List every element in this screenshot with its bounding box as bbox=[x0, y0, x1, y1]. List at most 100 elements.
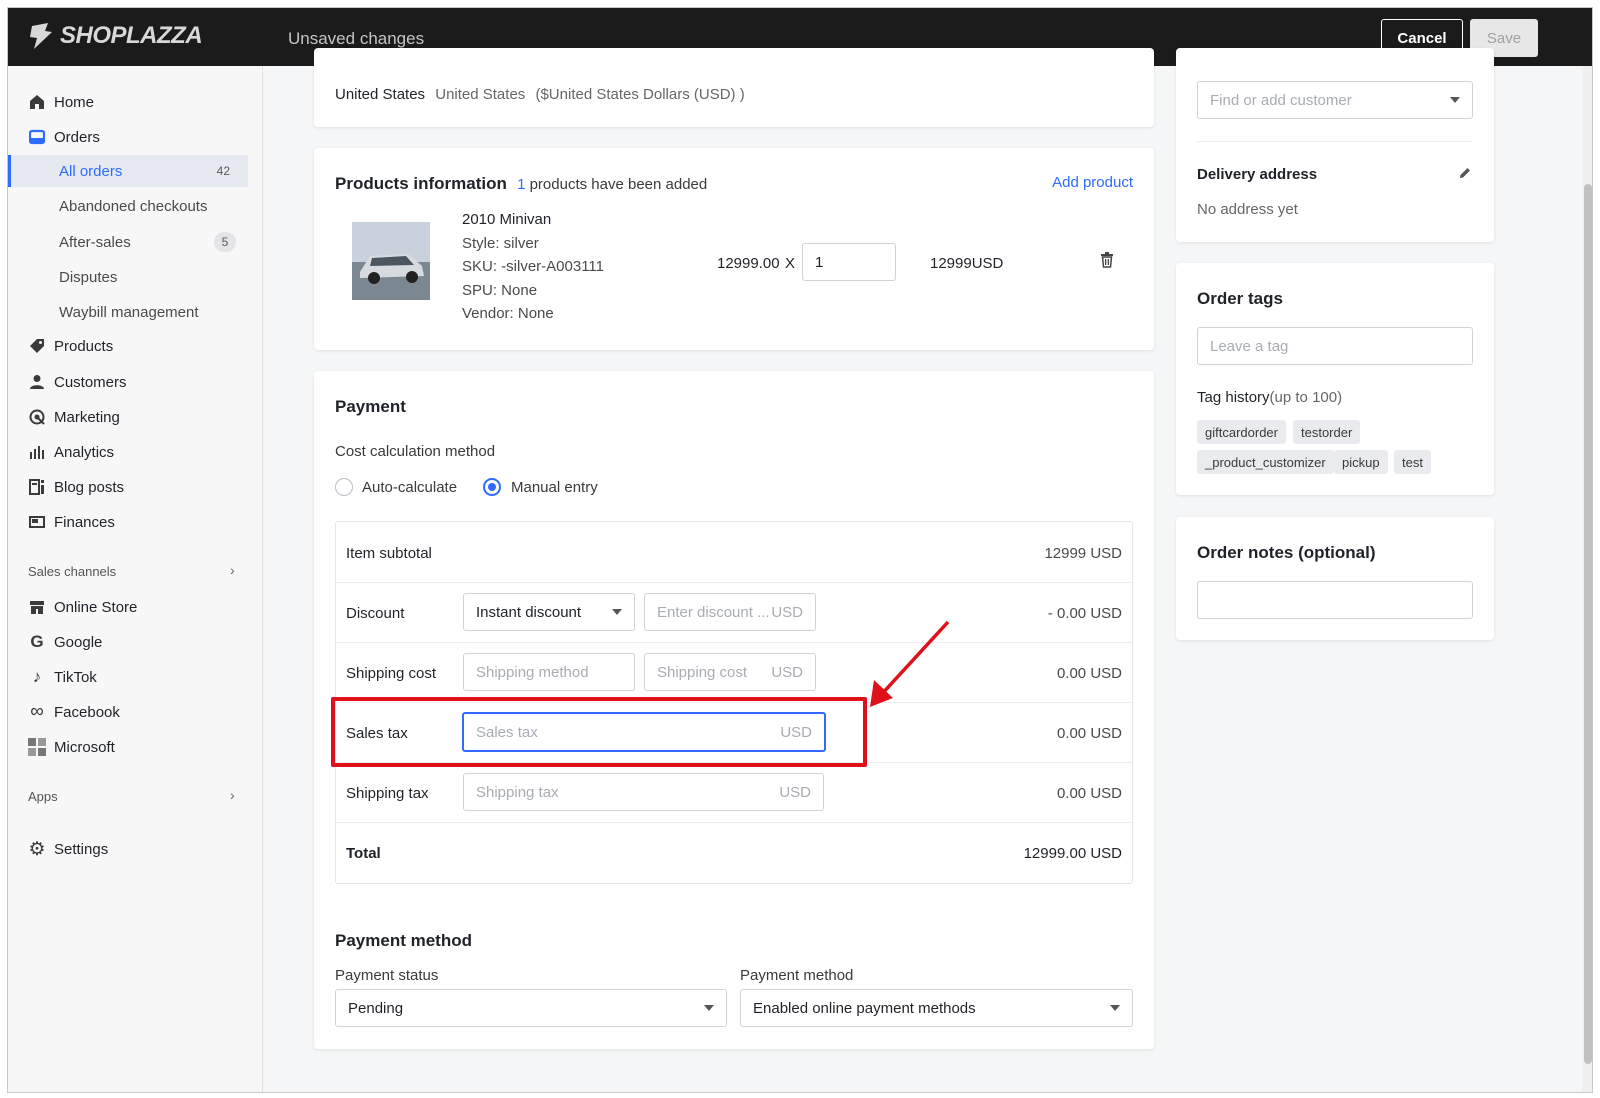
sidebar-item-orders[interactable]: Orders bbox=[8, 121, 248, 153]
sidebar-item-blog-posts[interactable]: Blog posts bbox=[8, 471, 248, 503]
sidebar-item-label: Google bbox=[54, 633, 103, 651]
sidebar-item-label: Blog posts bbox=[54, 478, 125, 496]
microsoft-icon bbox=[28, 738, 46, 756]
tag-placeholder: Leave a tag bbox=[1210, 337, 1289, 355]
person-icon bbox=[28, 373, 46, 391]
sidebar-item-google[interactable]: G Google bbox=[8, 626, 248, 658]
chevron-right-icon[interactable]: › bbox=[230, 787, 235, 803]
radio-on-icon bbox=[483, 478, 501, 496]
caret-down-icon bbox=[1450, 97, 1460, 103]
sidebar-item-marketing[interactable]: Marketing bbox=[8, 401, 248, 433]
products-title: Products information bbox=[335, 174, 507, 193]
gear-icon: ⚙ bbox=[28, 838, 46, 860]
product-sku: SKU: -silver-A003111 bbox=[462, 258, 605, 275]
sidebar-item-after-sales[interactable]: After-sales 5 bbox=[8, 226, 248, 258]
order-tags-title: Order tags bbox=[1197, 289, 1283, 308]
delivery-address-value: No address yet bbox=[1197, 201, 1298, 218]
edit-pencil-icon[interactable] bbox=[1458, 166, 1472, 184]
caret-down-icon bbox=[612, 609, 622, 615]
tag-chip[interactable]: testorder bbox=[1293, 420, 1361, 444]
shipping-tax-input[interactable]: Shipping tax USD bbox=[463, 773, 824, 811]
sidebar: Home Orders All orders 42 Abandoned chec… bbox=[8, 66, 263, 1092]
market-line: United States United States ($United Sta… bbox=[335, 86, 745, 103]
sidebar-item-all-orders[interactable]: All orders 42 bbox=[8, 155, 248, 187]
shipping-cost-label: Shipping cost bbox=[346, 665, 437, 682]
payment-status-select[interactable]: Pending bbox=[335, 989, 727, 1027]
customer-search-select[interactable]: Find or add customer bbox=[1197, 81, 1473, 119]
sidebar-item-settings[interactable]: ⚙ Settings bbox=[8, 833, 248, 865]
discount-label: Discount bbox=[346, 605, 405, 622]
chevron-right-icon[interactable]: › bbox=[230, 562, 235, 578]
payment-status-value: Pending bbox=[348, 999, 404, 1017]
total-amount: 12999.00 USD bbox=[1023, 845, 1122, 862]
count-badge: 42 bbox=[216, 164, 230, 178]
sidebar-item-label: Products bbox=[54, 337, 114, 355]
scrollbar-thumb[interactable] bbox=[1584, 184, 1592, 1064]
tag-chip[interactable]: pickup bbox=[1334, 450, 1388, 474]
tag-input[interactable]: Leave a tag bbox=[1197, 327, 1473, 365]
count-badge: 5 bbox=[214, 232, 236, 252]
meta-icon: ∞ bbox=[30, 701, 44, 722]
sidebar-item-customers[interactable]: Customers bbox=[8, 366, 248, 398]
sidebar-item-abandoned-checkouts[interactable]: Abandoned checkouts bbox=[8, 190, 248, 222]
sidebar-item-label: Online Store bbox=[54, 598, 138, 616]
trash-icon[interactable] bbox=[1100, 252, 1114, 272]
google-icon: G bbox=[30, 632, 44, 651]
sidebar-item-disputes[interactable]: Disputes bbox=[8, 261, 248, 293]
sidebar-item-label: Analytics bbox=[54, 443, 115, 461]
order-tags-card: Order tags Leave a tag Tag history(up to… bbox=[1176, 263, 1494, 495]
products-header: Products information 1 products have bee… bbox=[335, 174, 707, 194]
shipping-cost-input[interactable]: Shipping cost USD bbox=[644, 653, 816, 691]
sidebar-item-label: Marketing bbox=[54, 408, 120, 426]
sidebar-item-label: Customers bbox=[54, 373, 127, 391]
tag-history-label: Tag history(up to 100) bbox=[1197, 389, 1342, 406]
product-details: 2010 Minivan Style: silver SKU: -silver-… bbox=[462, 208, 604, 326]
sidebar-item-finances[interactable]: Finances bbox=[8, 506, 248, 538]
manual-entry-radio[interactable]: Manual entry bbox=[483, 476, 613, 498]
row-divider bbox=[336, 582, 1132, 583]
sidebar-item-label: Abandoned checkouts bbox=[59, 197, 208, 215]
sidebar-item-facebook[interactable]: ∞ Facebook bbox=[8, 696, 248, 728]
discount-type-value: Instant discount bbox=[476, 603, 582, 621]
page-scrollbar[interactable] bbox=[1582, 66, 1592, 1092]
item-subtotal-label: Item subtotal bbox=[346, 545, 432, 562]
brand-logo[interactable]: SHOPLAZZA bbox=[28, 22, 203, 50]
sidebar-item-label: Finances bbox=[54, 513, 115, 531]
sidebar-item-label: Facebook bbox=[54, 703, 120, 721]
discount-amount-input[interactable]: Enter discount ... USD bbox=[644, 593, 816, 631]
sidebar-item-waybill-management[interactable]: Waybill management bbox=[8, 296, 248, 328]
sidebar-item-label: Disputes bbox=[59, 268, 118, 286]
shipping-method-input[interactable]: Shipping method bbox=[463, 653, 635, 691]
tiktok-icon: ♪ bbox=[32, 667, 42, 686]
quantity-input[interactable]: 1 bbox=[802, 243, 896, 281]
caret-down-icon bbox=[704, 1005, 714, 1011]
sidebar-item-analytics[interactable]: Analytics bbox=[8, 436, 248, 468]
order-notes-input[interactable] bbox=[1197, 581, 1473, 619]
sidebar-item-home[interactable]: Home bbox=[8, 86, 248, 118]
auto-calculate-radio[interactable]: Auto-calculate bbox=[335, 476, 475, 498]
caret-down-icon bbox=[1110, 1005, 1120, 1011]
sidebar-item-tiktok[interactable]: ♪ TikTok bbox=[8, 661, 248, 693]
row-divider bbox=[336, 642, 1132, 643]
shipping-cost-placeholder: Shipping cost bbox=[657, 663, 748, 681]
add-product-link[interactable]: Add product bbox=[1052, 174, 1133, 191]
sales-tax-input[interactable]: Sales tax USD bbox=[462, 712, 826, 752]
tag-chip[interactable]: test bbox=[1394, 450, 1431, 474]
product-times: X bbox=[785, 255, 796, 272]
order-notes-card: Order notes (optional) bbox=[1176, 517, 1494, 640]
sidebar-item-microsoft[interactable]: Microsoft bbox=[8, 731, 248, 763]
market-country-bold: United States bbox=[335, 86, 426, 103]
tag-chip[interactable]: _product_customizer bbox=[1197, 450, 1334, 474]
sidebar-item-products[interactable]: Products bbox=[8, 330, 248, 362]
sales-tax-label: Sales tax bbox=[346, 725, 408, 742]
auto-calculate-label: Auto-calculate bbox=[362, 479, 458, 496]
product-thumbnail[interactable] bbox=[352, 222, 430, 300]
item-subtotal-amount: 12999 USD bbox=[1044, 545, 1122, 562]
discount-type-select[interactable]: Instant discount bbox=[463, 593, 635, 631]
currency-suffix: USD bbox=[771, 603, 803, 621]
tag-chip[interactable]: giftcardorder bbox=[1197, 420, 1286, 444]
row-divider bbox=[336, 702, 1132, 703]
sidebar-item-online-store[interactable]: Online Store bbox=[8, 591, 248, 623]
payment-method-select[interactable]: Enabled online payment methods bbox=[740, 989, 1133, 1027]
delivery-address-title: Delivery address bbox=[1197, 166, 1318, 183]
